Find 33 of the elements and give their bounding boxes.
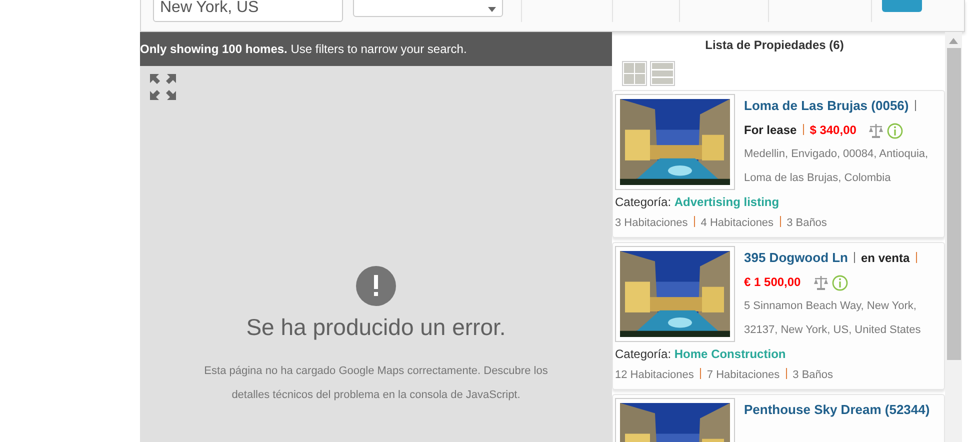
listing-title: Lista de Propiedades (6) bbox=[704, 38, 845, 52]
location-field[interactable]: New York, US bbox=[153, 0, 343, 22]
feature-text: 4 Habitaciones bbox=[700, 217, 774, 229]
property-price: $ 340,00 bbox=[810, 123, 856, 137]
feature-text: 3 Baños bbox=[786, 217, 827, 229]
list-view-icon[interactable] bbox=[650, 61, 675, 86]
feature-text: 3 Baños bbox=[792, 369, 834, 381]
property-title[interactable]: Loma de Las Brujas (0056) bbox=[744, 98, 909, 113]
grid-view-icon[interactable] bbox=[622, 61, 647, 86]
fullscreen-icon[interactable] bbox=[150, 74, 176, 100]
map-notice: Only showing 100 homes. Use filters to narrow your search. bbox=[140, 32, 612, 66]
feature-text: 7 Habitaciones bbox=[706, 369, 780, 381]
error-icon bbox=[356, 266, 396, 306]
property-address: 5 Sinnamon Beach Way, New York, 32137, New York, US, United States bbox=[743, 299, 922, 338]
scales-icon[interactable] bbox=[868, 122, 884, 139]
category-label: Categoría: bbox=[615, 195, 672, 209]
property-price: € 1 500,00 bbox=[744, 275, 801, 289]
property-title[interactable]: 395 Dogwood Ln bbox=[744, 250, 848, 265]
error-title: Se ha producido un error. bbox=[246, 314, 506, 341]
error-message: Esta página no ha cargado Google Maps correctamente. Descubre los detalles técnicos del problema en la consola de JavaScript. bbox=[203, 364, 549, 403]
scroll-up-icon[interactable] bbox=[949, 38, 958, 44]
property-address: Medellin, Envigado, 00084, Antioquia, Loma de las Brujas, Colombia bbox=[743, 147, 930, 186]
info-icon[interactable] bbox=[832, 274, 848, 291]
property-title[interactable]: Penthouse Sky Dream (52344) bbox=[744, 402, 930, 417]
property-status: en venta bbox=[861, 251, 910, 265]
info-icon[interactable] bbox=[887, 122, 904, 139]
feature-text: 3 Habitaciones bbox=[615, 217, 688, 229]
caret-icon bbox=[488, 7, 496, 12]
scales-icon[interactable] bbox=[812, 274, 829, 291]
scrollbar[interactable] bbox=[945, 32, 962, 442]
property-status: For lease bbox=[744, 123, 797, 137]
feature-text: 12 Habitaciones bbox=[615, 369, 694, 381]
category-label: Categoría: bbox=[615, 347, 672, 361]
